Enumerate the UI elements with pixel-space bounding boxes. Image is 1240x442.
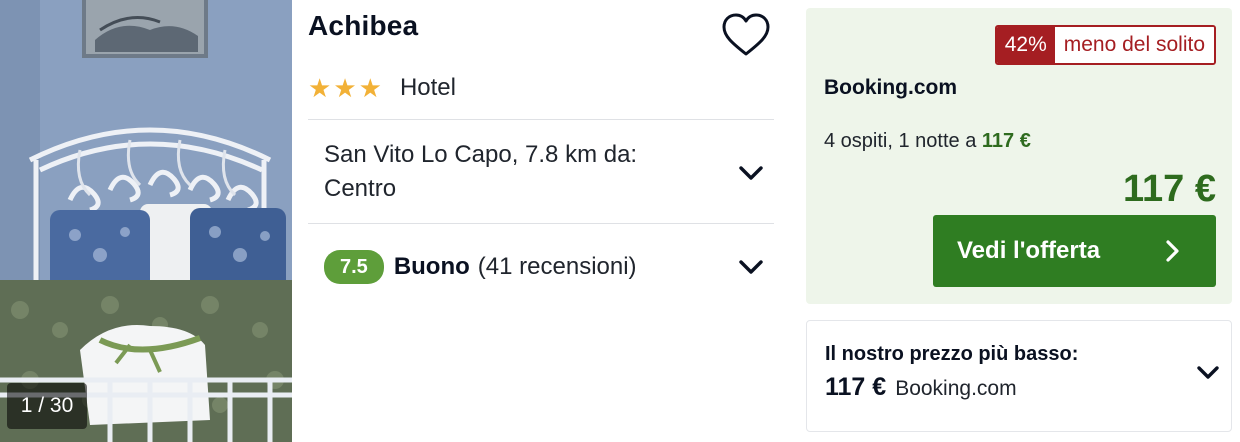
- rating-expand-button[interactable]: [736, 252, 766, 282]
- chevron-down-icon: [739, 260, 763, 274]
- per-night-text: 4 ospiti, 1 notte a: [824, 130, 977, 152]
- photo-counter: 1 / 30: [7, 383, 87, 429]
- per-night-price: 117 €: [981, 130, 1031, 152]
- heart-outline-icon: [722, 13, 770, 56]
- hotel-photo[interactable]: 1 / 30: [0, 0, 292, 442]
- offer-panel: 42% meno del solito Booking.com 4 ospiti…: [806, 8, 1232, 304]
- discount-text: meno del solito: [1054, 27, 1214, 63]
- lowest-price-line: 117 € Booking.com: [825, 373, 1017, 402]
- lowest-price-box[interactable]: Il nostro prezzo più basso: 117 € Bookin…: [806, 320, 1232, 432]
- location-expand-button[interactable]: [736, 158, 766, 188]
- view-offer-label: Vedi l'offerta: [957, 237, 1101, 264]
- rating-label: Buono: [393, 253, 470, 280]
- hotel-type: Hotel: [399, 74, 456, 101]
- star-icon: ★: [333, 73, 357, 103]
- lowest-price-value: 117 €: [825, 373, 887, 401]
- hotel-photo-image: [0, 0, 292, 442]
- divider: [308, 119, 774, 120]
- hotel-class-row: ★ ★ ★ Hotel: [308, 72, 456, 104]
- lowest-price-expand-button[interactable]: [1193, 357, 1223, 387]
- chevron-down-icon: [1197, 366, 1219, 379]
- discount-percent: 42%: [996, 27, 1055, 63]
- favorite-button[interactable]: [720, 12, 772, 60]
- rating-score-badge: 7.5: [324, 250, 384, 284]
- chevron-right-icon: [1166, 240, 1179, 262]
- discount-badge: 42% meno del solito: [994, 25, 1216, 65]
- offer-price: 117 €: [1123, 168, 1216, 210]
- star-icon: ★: [358, 73, 382, 103]
- star-icon: ★: [308, 73, 332, 103]
- per-night-summary: 4 ospiti, 1 notte a 117 €: [824, 130, 1031, 153]
- chevron-down-icon: [739, 166, 763, 180]
- view-offer-button[interactable]: Vedi l'offerta: [933, 215, 1216, 287]
- rating-row: 7.5 Buono (41 recensioni): [324, 248, 637, 286]
- lowest-price-provider: Booking.com: [895, 377, 1017, 400]
- hotel-info: Achibea ★ ★ ★ Hotel San Vito Lo Capo, 7.…: [308, 0, 774, 442]
- lowest-price-title: Il nostro prezzo più basso:: [825, 343, 1079, 365]
- offer-provider: Booking.com: [824, 76, 958, 99]
- review-count: (41 recensioni): [477, 253, 637, 280]
- location-text: San Vito Lo Capo, 7.8 km da: Centro: [324, 141, 638, 202]
- hotel-name[interactable]: Achibea: [308, 10, 418, 42]
- star-rating: ★ ★ ★: [308, 75, 382, 101]
- divider: [308, 223, 774, 224]
